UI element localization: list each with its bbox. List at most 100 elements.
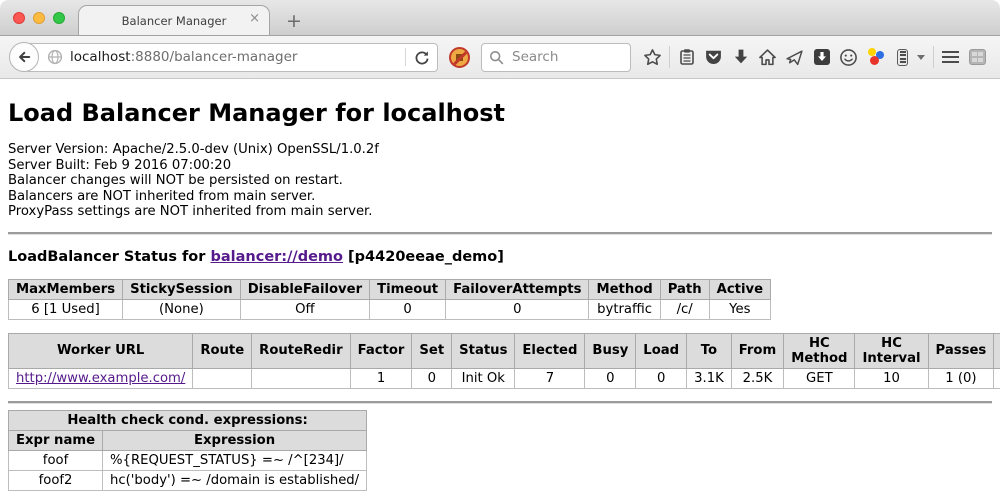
- cell-expression: hc('body') =~ /domain is established/: [103, 470, 367, 490]
- search-icon: [489, 50, 504, 65]
- column-header: Expr name: [9, 430, 103, 450]
- cell-busy: 0: [585, 368, 636, 388]
- balancer-status-table: MaxMembers StickySession DisableFailover…: [8, 279, 771, 320]
- extension-dropdown[interactable]: [916, 42, 930, 72]
- home-button[interactable]: [754, 42, 781, 72]
- column-header: HC Interval: [855, 333, 928, 368]
- server-info: Server Version: Apache/2.5.0-dev (Unix) …: [8, 142, 992, 220]
- cell-set: 0: [412, 368, 452, 388]
- table-caption-row: Health check cond. expressions:: [9, 410, 367, 430]
- content-blocker-icon[interactable]: [449, 47, 470, 68]
- extension-download-button[interactable]: [808, 42, 835, 72]
- reload-icon[interactable]: [413, 49, 430, 66]
- feedback-smiley-button[interactable]: [835, 42, 862, 72]
- cell-routeredir: [252, 368, 350, 388]
- striped-panel-icon: [897, 49, 908, 66]
- column-header: To: [687, 333, 732, 368]
- column-header: Elected: [515, 333, 585, 368]
- url-bar[interactable]: localhost:8880/balancer-manager: [24, 43, 438, 72]
- home-icon: [758, 48, 777, 67]
- cell-path: /c/: [660, 299, 709, 319]
- cell-expression: %{REQUEST_STATUS} =~ /^[234]/: [103, 450, 367, 470]
- minimize-window-button[interactable]: [33, 12, 45, 24]
- cell-status: Init Ok: [452, 368, 515, 388]
- cell-elected: 7: [515, 368, 585, 388]
- column-header: Factor: [350, 333, 412, 368]
- bookmark-star-button[interactable]: [639, 42, 666, 72]
- column-header: Status: [452, 333, 515, 368]
- column-header: FailoverAttempts: [446, 279, 589, 299]
- worker-row: http://www.example.com/ 1 0 Init Ok 7 0 …: [9, 368, 1000, 388]
- column-header: Load: [636, 333, 687, 368]
- column-header: Busy: [585, 333, 636, 368]
- pocket-button[interactable]: [700, 42, 727, 72]
- cell-from: 2.5K: [731, 368, 783, 388]
- smiley-icon: [839, 48, 858, 67]
- menu-button[interactable]: [937, 42, 964, 72]
- window-controls: [13, 12, 65, 24]
- cell-method: bytraffic: [589, 299, 660, 319]
- star-icon: [643, 48, 662, 67]
- site-identity-globe-icon: [47, 49, 63, 65]
- inherit-note-line: Balancers are NOT inherited from main se…: [8, 189, 992, 205]
- cell-hc-method: GET: [784, 368, 855, 388]
- column-header: MaxMembers: [9, 279, 123, 299]
- search-input[interactable]: [510, 48, 610, 66]
- downloads-button[interactable]: [727, 42, 754, 72]
- server-version-line: Server Version: Apache/2.5.0-dev (Unix) …: [8, 142, 992, 158]
- boxed-arrow-icon: [813, 48, 831, 66]
- new-tab-button[interactable]: +: [280, 10, 308, 32]
- column-header: Expression: [103, 430, 367, 450]
- table-header-row: Worker URL Route RouteRedir Factor Set S…: [9, 333, 1000, 368]
- worker-url-link[interactable]: http://www.example.com/: [16, 371, 185, 386]
- table-row: foof2 hc('body') =~ /domain is establish…: [9, 470, 367, 490]
- cell-expr-name: foof2: [9, 470, 103, 490]
- chevron-down-icon: [917, 55, 925, 60]
- bookmarks-menu-button[interactable]: [673, 42, 700, 72]
- table-row: 6 [1 Used] (None) Off 0 0 bytraffic /c/ …: [9, 299, 771, 319]
- server-built-line: Server Built: Feb 9 2016 07:00:20: [8, 158, 992, 174]
- hamburger-icon: [942, 51, 959, 63]
- url-domain: localhost: [70, 49, 131, 65]
- table-header-row: MaxMembers StickySession DisableFailover…: [9, 279, 771, 299]
- download-arrow-icon: [732, 48, 750, 66]
- cell-load: 0: [636, 368, 687, 388]
- colored-dots-icon: [867, 48, 885, 66]
- cell-active: Yes: [709, 299, 770, 319]
- cell-expr-name: foof: [9, 450, 103, 470]
- tab-title: Balancer Manager: [122, 14, 227, 28]
- url-text[interactable]: localhost:8880/balancer-manager: [70, 49, 398, 65]
- tab-close-icon[interactable]: ×: [249, 12, 260, 25]
- browser-tab[interactable]: Balancer Manager ×: [78, 5, 270, 35]
- pocket-icon: [704, 48, 723, 67]
- document-grid-icon: [969, 49, 986, 65]
- send-tab-button[interactable]: [781, 42, 808, 72]
- cell-failoverattempts: 0: [446, 299, 589, 319]
- back-button[interactable]: [9, 42, 39, 72]
- column-header: Fails: [994, 333, 1000, 368]
- notes-extension-button[interactable]: [889, 42, 916, 72]
- paper-plane-icon: [785, 48, 804, 67]
- column-header: Set: [412, 333, 452, 368]
- cell-passes: 1 (0): [928, 368, 994, 388]
- search-bar[interactable]: [481, 43, 631, 72]
- colored-dots-extension-button[interactable]: [862, 42, 889, 72]
- column-header: HC Method: [784, 333, 855, 368]
- sidebar-extension-button[interactable]: [964, 42, 991, 72]
- cell-disablefailover: Off: [240, 299, 369, 319]
- balancer-link[interactable]: balancer://demo: [210, 249, 343, 265]
- zoom-window-button[interactable]: [53, 12, 65, 24]
- close-window-button[interactable]: [13, 12, 25, 24]
- toolbar-divider: [933, 46, 934, 68]
- section-suffix: [p4420eeae_demo]: [348, 249, 504, 265]
- column-header: Method: [589, 279, 660, 299]
- section-divider: [8, 232, 992, 234]
- column-header: RouteRedir: [252, 333, 350, 368]
- proxypass-note-line: ProxyPass settings are NOT inherited fro…: [8, 204, 992, 220]
- url-path: :8880/balancer-manager: [131, 49, 298, 65]
- column-header: Path: [660, 279, 709, 299]
- cell-worker-url: http://www.example.com/: [9, 368, 193, 388]
- titlebar: Balancer Manager × +: [0, 0, 1000, 36]
- page-content: Load Balancer Manager for localhost Serv…: [0, 99, 1000, 491]
- navigation-bar: localhost:8880/balancer-manager: [0, 36, 1000, 79]
